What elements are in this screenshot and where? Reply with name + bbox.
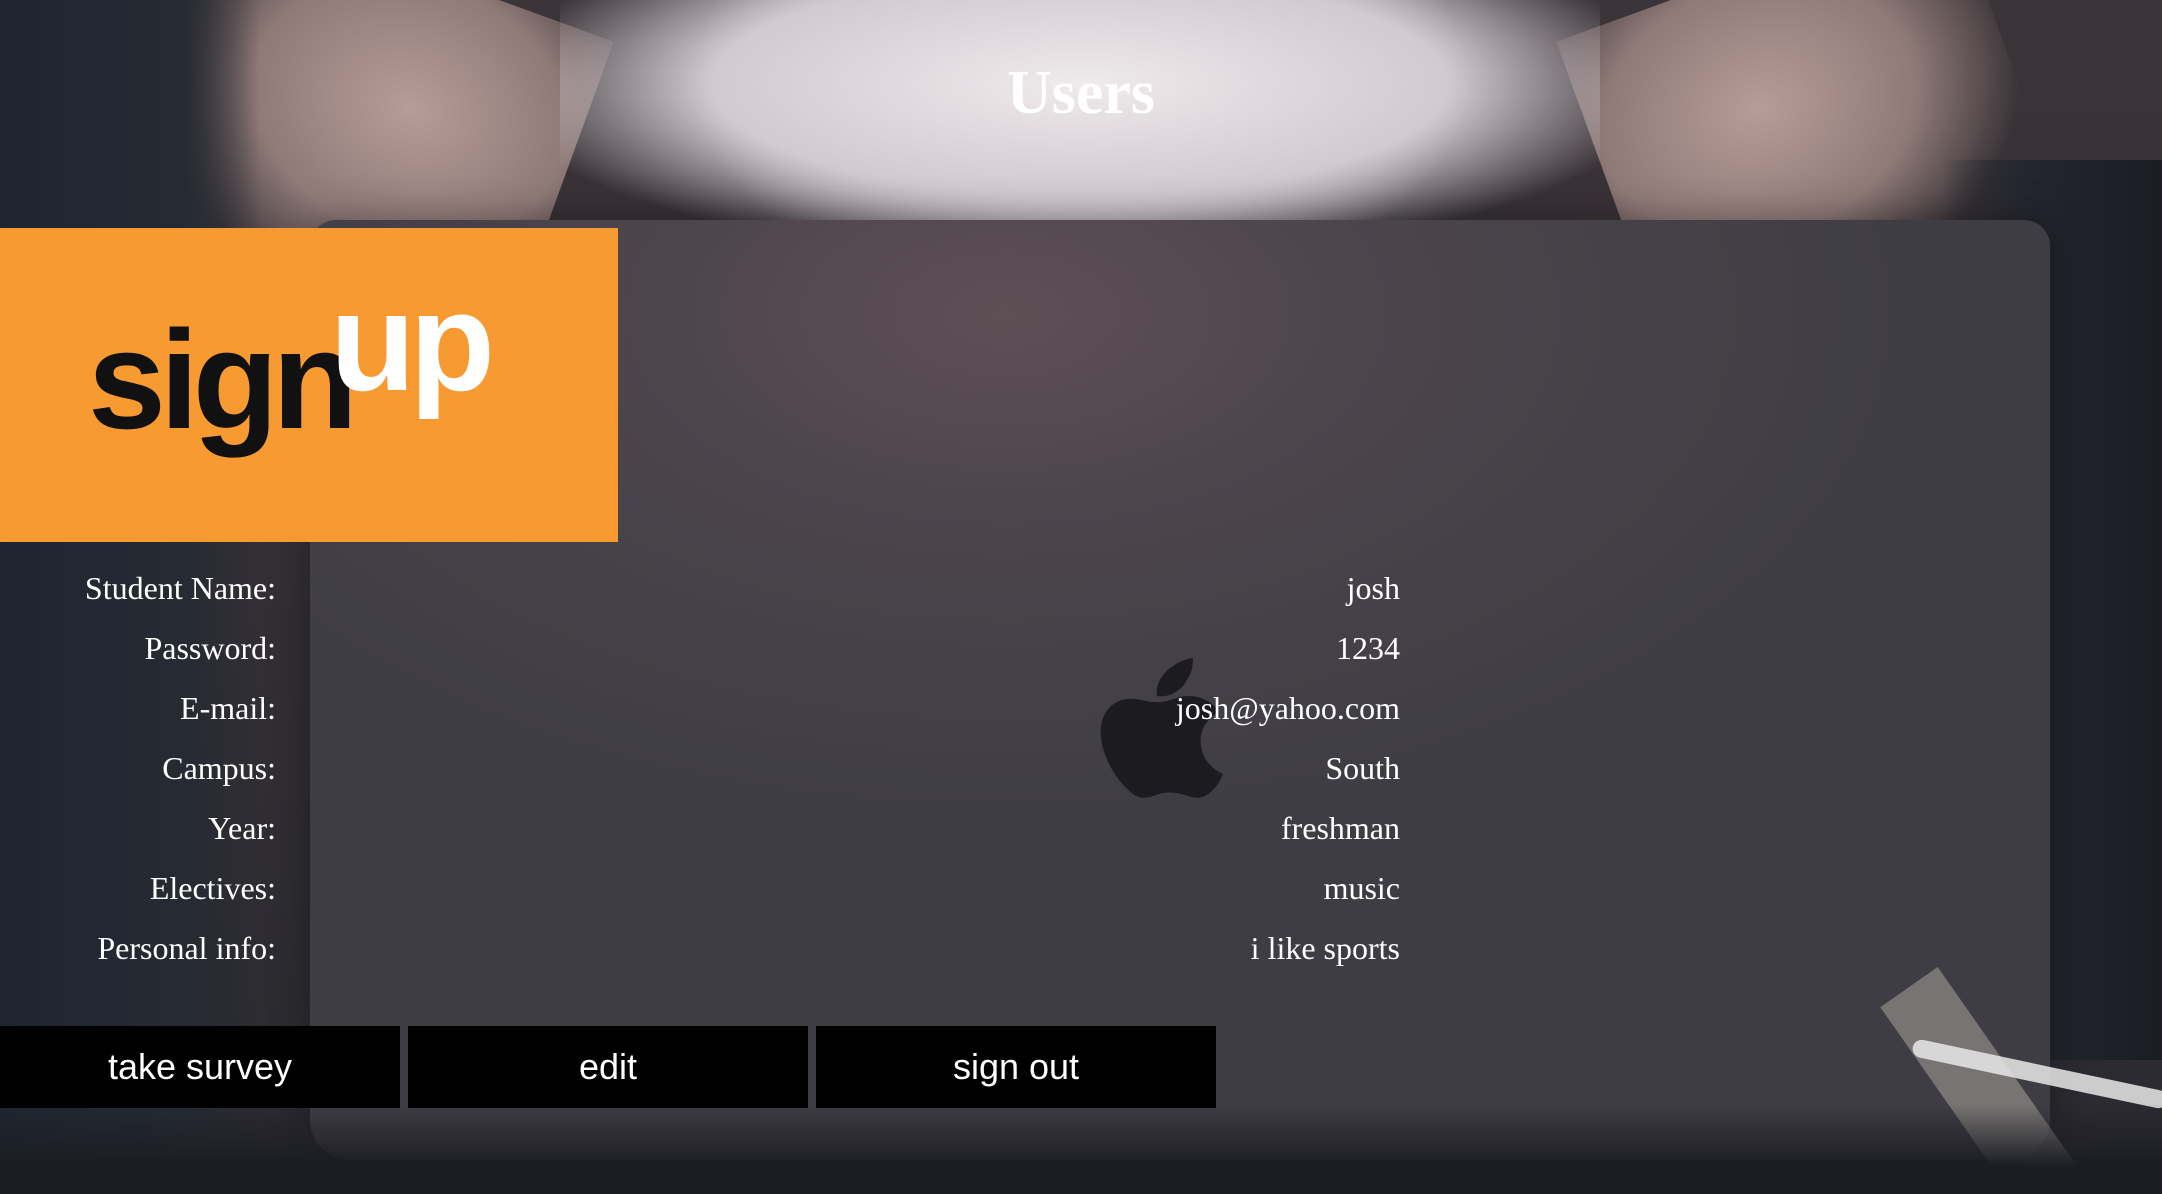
email-label: E-mail: [180,690,276,726]
profile-row-password: Password: 1234 [0,630,1400,690]
profile-row-electives: Electives: music [0,870,1400,930]
logo-text-light: up [330,263,490,420]
profile-row-student-name: Student Name: josh [0,570,1400,630]
sign-out-button[interactable]: sign out [816,1026,1216,1108]
year-label: Year: [208,810,276,846]
personal-info-label: Personal info: [97,930,276,966]
background-desk [0,1104,2162,1194]
student-name-value: josh [1346,570,1400,606]
campus-value: South [1325,750,1400,786]
profile-row-campus: Campus: South [0,750,1400,810]
edit-button[interactable]: edit [408,1026,808,1108]
password-label: Password: [144,630,276,666]
profile-row-year: Year: freshman [0,810,1400,870]
email-value: josh@yahoo.com [1175,690,1400,726]
profile-row-email: E-mail: josh@yahoo.com [0,690,1400,750]
profile-row-personal-info: Personal info: i like sports [0,930,1400,990]
signup-logo-mark: sign up [88,263,496,458]
electives-label: Electives: [149,870,276,906]
password-value: 1234 [1336,630,1400,666]
year-value: freshman [1280,810,1400,846]
electives-value: music [1323,870,1400,906]
page-title: Users [1006,59,1156,127]
signup-logo: sign up [0,228,618,542]
campus-label: Campus: [162,750,276,786]
take-survey-button[interactable]: take survey [0,1026,400,1108]
profile-details: Student Name: josh Password: 1234 E-mail… [0,570,1400,990]
personal-info-value: i like sports [1250,930,1400,966]
student-name-label: Student Name: [84,570,276,606]
logo-text-dark: sign [88,301,352,458]
